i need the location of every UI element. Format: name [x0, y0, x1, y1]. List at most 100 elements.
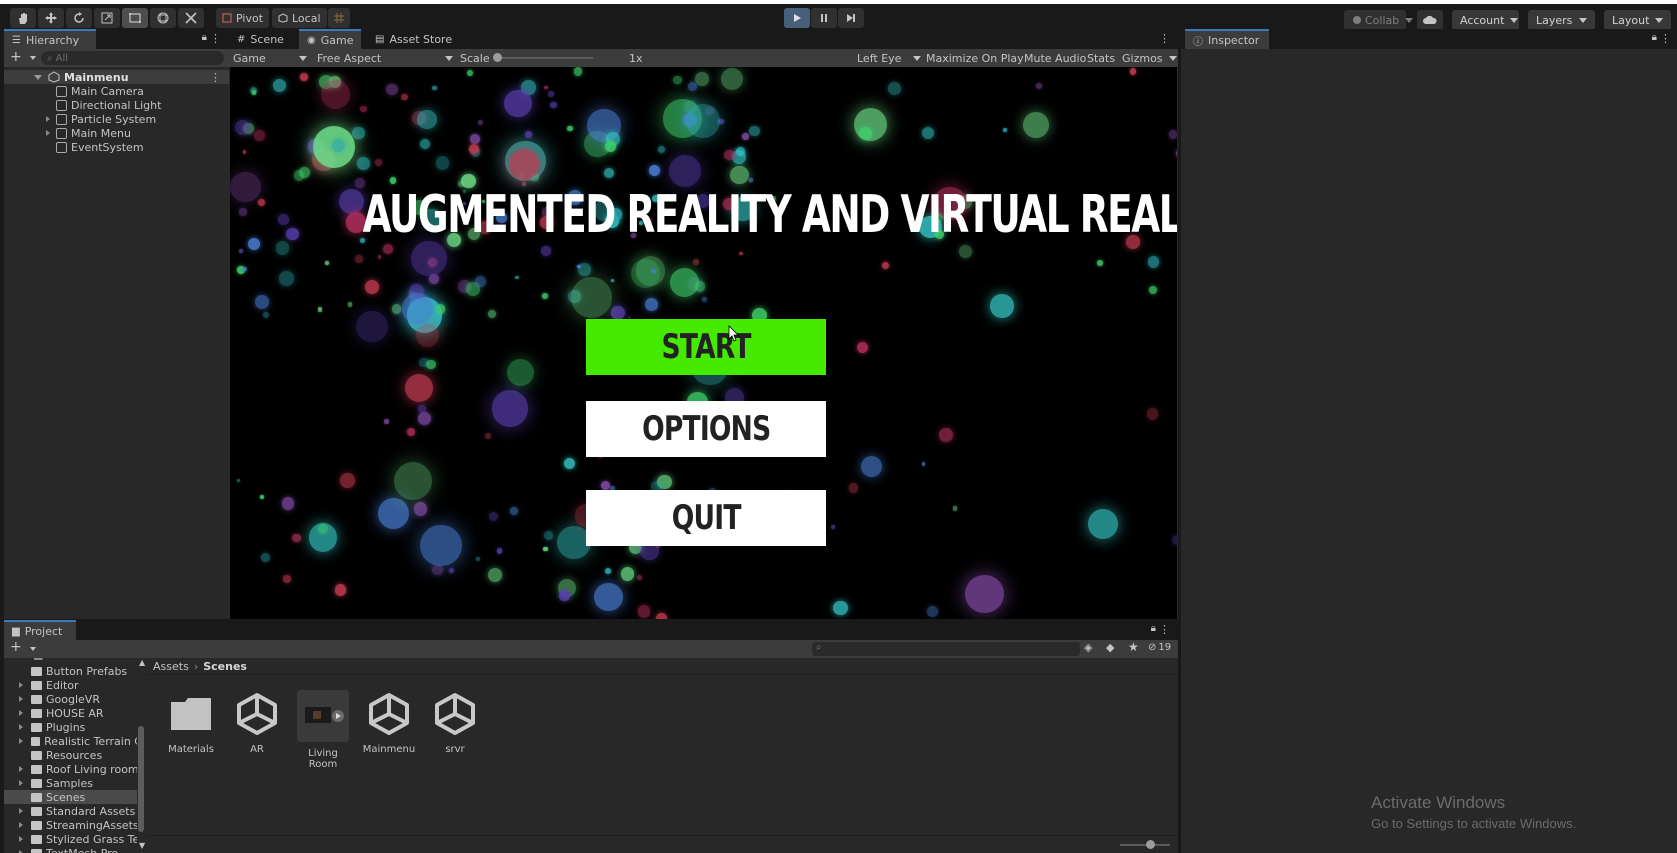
asset-item[interactable]: Materials	[161, 690, 221, 755]
folder-tree-item[interactable]: Resources	[4, 748, 142, 762]
scale-tool-button[interactable]	[94, 8, 120, 28]
asset-item[interactable]: Living Room	[293, 690, 353, 770]
stats-toggle[interactable]: Stats	[1087, 49, 1115, 67]
maximize-on-play-toggle[interactable]: Maximize On Play	[926, 49, 1024, 67]
icon-size-slider[interactable]	[1120, 840, 1170, 849]
expand-arrow-icon[interactable]	[19, 766, 23, 772]
hierarchy-item[interactable]: Main Camera	[4, 84, 229, 98]
game-canvas[interactable]: AUGMENTED REALITY AND VIRTUAL REALITY ST…	[230, 67, 1177, 619]
folder-tree-item[interactable]: HOUSE AR	[4, 706, 142, 720]
scrollbar-thumb[interactable]	[138, 726, 144, 832]
scale-slider[interactable]	[493, 53, 593, 62]
layers-dropdown[interactable]: Layers	[1528, 10, 1595, 30]
pivot-toggle[interactable]: Pivot	[216, 8, 270, 28]
tab-asset-store[interactable]: ▤ Asset Store	[367, 29, 460, 49]
eye-dropdown[interactable]: Left Eye	[857, 49, 921, 67]
more-menu-icon[interactable]: ⋮	[1660, 32, 1671, 45]
lock-icon[interactable]: 🔒︎	[202, 32, 207, 43]
custom-tool-button[interactable]	[178, 8, 204, 28]
hierarchy-item[interactable]: Directional Light	[4, 98, 229, 112]
chevron-down-icon[interactable]	[30, 647, 36, 651]
collab-dropdown[interactable]: Collab	[1344, 10, 1414, 30]
aspect-dropdown[interactable]: Free Aspect	[317, 49, 453, 67]
chevron-down-icon[interactable]	[30, 56, 36, 60]
breadcrumb-scenes[interactable]: Scenes	[203, 660, 247, 673]
transform-tool-button[interactable]	[150, 8, 176, 28]
expand-arrow-icon[interactable]	[19, 822, 23, 828]
expand-arrow-icon[interactable]	[46, 130, 50, 136]
more-menu-icon[interactable]: ⋮	[210, 71, 221, 84]
hidden-packages-toggle[interactable]: ⊘ 19	[1148, 642, 1171, 653]
tab-inspector[interactable]: ⓘ Inspector	[1185, 29, 1269, 49]
tab-hierarchy[interactable]: ☰ Hierarchy	[4, 29, 96, 49]
local-toggle[interactable]: Local	[272, 8, 327, 28]
lock-icon[interactable]: 🔒︎	[1151, 623, 1156, 634]
tree-scrollbar[interactable]: ▲ ▼	[137, 658, 145, 853]
tab-project[interactable]: ▆ Project	[4, 620, 76, 640]
expand-arrow-icon[interactable]	[19, 710, 23, 716]
folder-tree-item[interactable]: Button Prefabs	[4, 664, 142, 678]
expand-arrow-icon[interactable]	[19, 780, 23, 786]
more-menu-icon[interactable]: ⋮	[1159, 623, 1170, 636]
filter-by-type-icon[interactable]: ◈	[1084, 641, 1092, 654]
folder-tree-item[interactable]: Scenes	[4, 790, 142, 804]
layout-dropdown[interactable]: Layout	[1604, 10, 1671, 30]
quit-button[interactable]: QUIT	[586, 490, 826, 546]
mute-audio-toggle[interactable]: Mute Audio	[1024, 49, 1086, 67]
tab-game[interactable]: ◉ Game	[299, 29, 362, 49]
asset-item[interactable]: srvr	[425, 690, 485, 755]
more-menu-icon[interactable]: ⋮	[1159, 32, 1170, 45]
scene-row[interactable]: Mainmenu ⋮	[4, 70, 229, 84]
folder-tree-item[interactable]: Realistic Terrain C	[4, 734, 142, 748]
lock-icon[interactable]: 🔒︎	[1652, 32, 1657, 43]
hierarchy-item[interactable]: Particle System	[4, 112, 229, 126]
expand-arrow-icon[interactable]	[34, 74, 42, 80]
scroll-down-icon[interactable]: ▼	[139, 841, 145, 850]
favorite-star-icon[interactable]: ★	[1128, 640, 1139, 654]
folder-tree-item[interactable]: Samples	[4, 776, 142, 790]
folder-tree-item[interactable]: GoogleVR	[4, 692, 142, 706]
more-menu-icon[interactable]: ⋮	[210, 32, 221, 45]
step-button[interactable]	[838, 8, 864, 28]
options-button[interactable]: OPTIONS	[586, 401, 826, 457]
expand-arrow-icon[interactable]	[19, 808, 23, 814]
move-tool-button[interactable]	[38, 8, 64, 28]
cloud-button[interactable]	[1417, 10, 1443, 30]
expand-arrow-icon[interactable]	[46, 116, 50, 122]
slider-thumb[interactable]	[1146, 840, 1155, 849]
hierarchy-search-input[interactable]: ⌕ All	[41, 51, 224, 65]
account-dropdown[interactable]: Account	[1452, 10, 1519, 30]
folder-tree-item[interactable]: Editor	[4, 678, 142, 692]
play-button[interactable]	[784, 8, 810, 28]
expand-arrow-icon[interactable]	[19, 738, 23, 744]
label-tag-icon[interactable]: ◆	[1106, 641, 1114, 654]
add-icon[interactable]: +	[10, 49, 22, 65]
expand-arrow-icon[interactable]	[19, 836, 23, 842]
folder-tree-item[interactable]: TextMesh Pro	[4, 846, 142, 853]
expand-arrow-icon[interactable]	[19, 696, 23, 702]
asset-item[interactable]: Mainmenu	[359, 690, 419, 755]
folder-tree-item[interactable]: Plugins	[4, 720, 142, 734]
add-icon[interactable]: +	[10, 639, 22, 655]
gizmos-dropdown[interactable]: Gizmos	[1122, 49, 1177, 67]
pause-button[interactable]	[811, 8, 837, 28]
expand-arrow-icon[interactable]	[19, 682, 23, 688]
breadcrumb-assets[interactable]: Assets	[153, 660, 189, 673]
slider-thumb[interactable]	[493, 53, 502, 62]
expand-arrow-icon[interactable]	[19, 724, 23, 730]
folder-tree-item[interactable]: Standard Assets	[4, 804, 142, 818]
hand-tool-button[interactable]	[10, 8, 36, 28]
snap-button[interactable]	[328, 8, 350, 28]
rect-tool-button[interactable]	[122, 8, 148, 28]
tab-scene[interactable]: # Scene	[229, 29, 292, 49]
folder-tree-item[interactable]: Stylized Grass Te	[4, 832, 142, 846]
asset-item[interactable]: AR	[227, 690, 287, 755]
project-search-input[interactable]: ⌕	[812, 642, 1080, 656]
folder-tree-item[interactable]: Roof Living room	[4, 762, 142, 776]
hierarchy-item[interactable]: Main Menu	[4, 126, 229, 140]
start-button[interactable]: START	[586, 319, 826, 375]
rotate-tool-button[interactable]	[66, 8, 92, 28]
folder-tree-item[interactable]: StreamingAssets	[4, 818, 142, 832]
hierarchy-item[interactable]: EventSystem	[4, 140, 229, 154]
scroll-up-icon[interactable]: ▲	[139, 658, 145, 667]
